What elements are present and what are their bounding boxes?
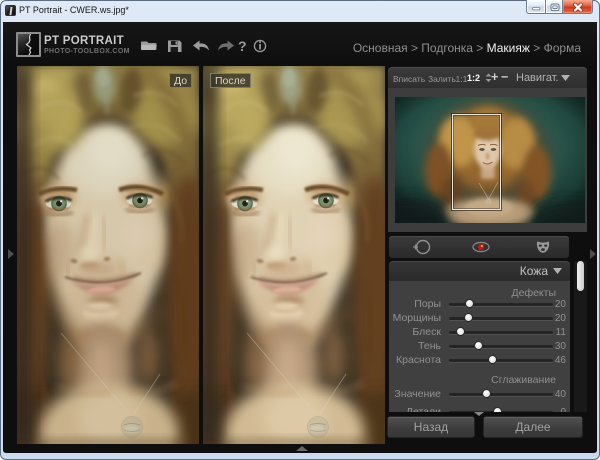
- svg-text:?: ?: [238, 38, 247, 54]
